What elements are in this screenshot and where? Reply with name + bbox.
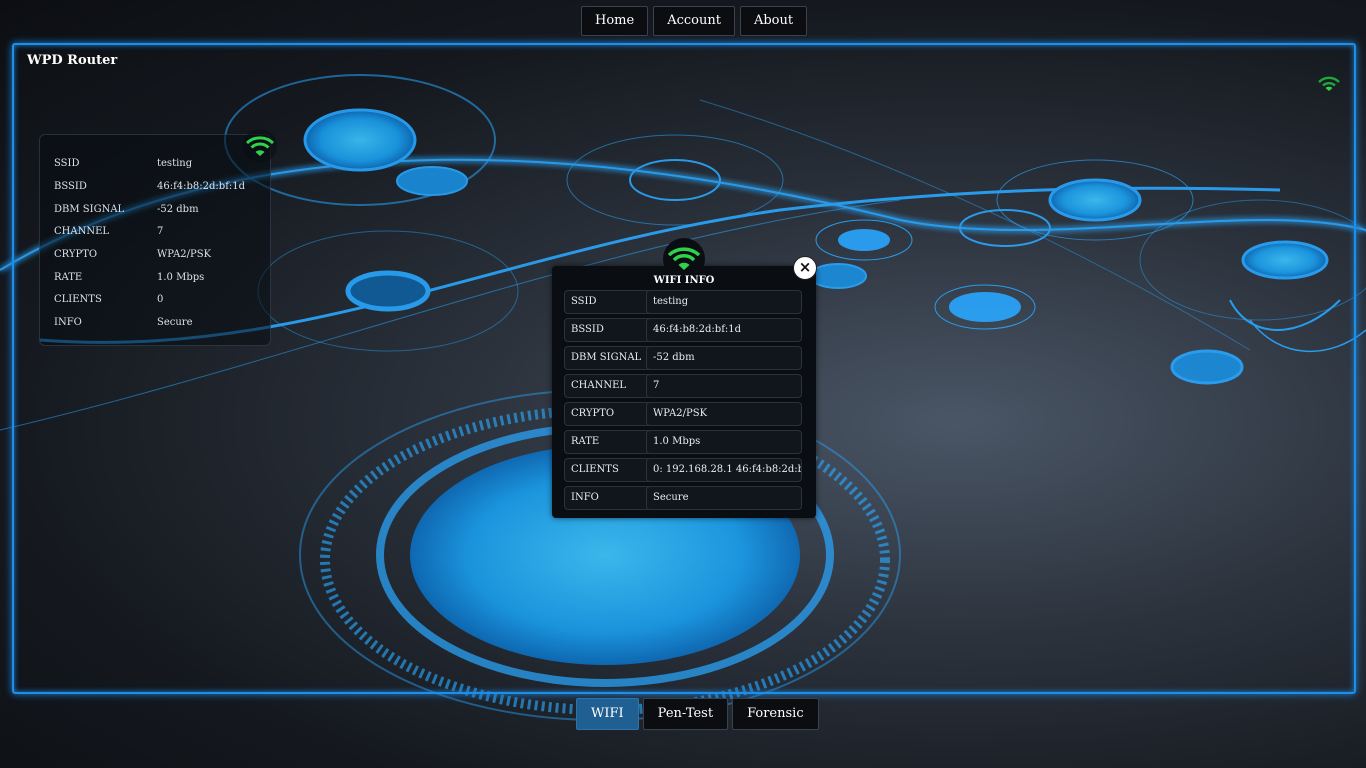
close-icon[interactable]: × — [793, 256, 817, 280]
wifi-icon[interactable] — [240, 128, 280, 164]
summary-value: 46:f4:b8:2d:bf:1d — [157, 181, 246, 192]
summary-label: BSSID — [54, 181, 87, 192]
info-value: 0: 192.168.28.1 46:f4:b8:2d:bf:1d — [646, 458, 802, 482]
summary-value: Secure — [157, 317, 193, 328]
top-nav: Home Account About — [581, 6, 808, 36]
info-value: -52 dbm — [646, 346, 802, 370]
bottom-tabs: WIFI Pen-Test Forensic — [576, 698, 819, 730]
nav-home-button[interactable]: Home — [581, 6, 649, 36]
nav-about-button[interactable]: About — [739, 6, 808, 36]
summary-value: 0 — [157, 294, 164, 305]
info-label: RATE — [564, 430, 652, 454]
info-value: 1.0 Mbps — [646, 430, 802, 454]
summary-value: 7 — [157, 226, 164, 237]
summary-label: CRYPTO — [54, 249, 98, 260]
info-row: BSSID 46:f4:b8:2d:bf:1d — [564, 318, 802, 342]
summary-value: -52 dbm — [157, 204, 199, 215]
info-label: CHANNEL — [564, 374, 652, 398]
info-label: CLIENTS — [564, 458, 652, 482]
summary-label: RATE — [54, 272, 83, 283]
info-row: CRYPTO WPA2/PSK — [564, 402, 802, 426]
info-label: SSID — [564, 290, 652, 314]
info-row: DBM SIGNAL -52 dbm — [564, 346, 802, 370]
summary-value: testing — [157, 158, 193, 169]
info-label: BSSID — [564, 318, 652, 342]
info-label: DBM SIGNAL — [564, 346, 652, 370]
modal-title: WIFI INFO — [653, 275, 715, 286]
app-title: WPD Router — [27, 53, 118, 68]
info-row: RATE 1.0 Mbps — [564, 430, 802, 454]
info-row: INFO Secure — [564, 486, 802, 510]
tab-forensic[interactable]: Forensic — [732, 698, 819, 730]
summary-label: DBM SIGNAL — [54, 204, 125, 215]
summary-value: 1.0 Mbps — [157, 272, 205, 283]
summary-value: WPA2/PSK — [157, 249, 212, 260]
info-value: 7 — [646, 374, 802, 398]
info-row: CLIENTS 0: 192.168.28.1 46:f4:b8:2d:bf:1… — [564, 458, 802, 482]
summary-label: CLIENTS — [54, 294, 102, 305]
info-value: Secure — [646, 486, 802, 510]
nav-account-button[interactable]: Account — [653, 6, 735, 36]
info-label: INFO — [564, 486, 652, 510]
info-value: 46:f4:b8:2d:bf:1d — [646, 318, 802, 342]
wifi-icon[interactable] — [1317, 74, 1341, 94]
tab-wifi[interactable]: WIFI — [576, 698, 639, 730]
network-summary-panel[interactable]: SSID testing BSSID 46:f4:b8:2d:bf:1d DBM… — [39, 134, 271, 346]
summary-label: CHANNEL — [54, 226, 110, 237]
summary-label: INFO — [54, 317, 82, 328]
info-row: CHANNEL 7 — [564, 374, 802, 398]
info-row: SSID testing — [564, 290, 802, 314]
info-value: WPA2/PSK — [646, 402, 802, 426]
tab-pen-test[interactable]: Pen-Test — [642, 698, 729, 730]
summary-label: SSID — [54, 158, 80, 169]
info-value: testing — [646, 290, 802, 314]
info-label: CRYPTO — [564, 402, 652, 426]
